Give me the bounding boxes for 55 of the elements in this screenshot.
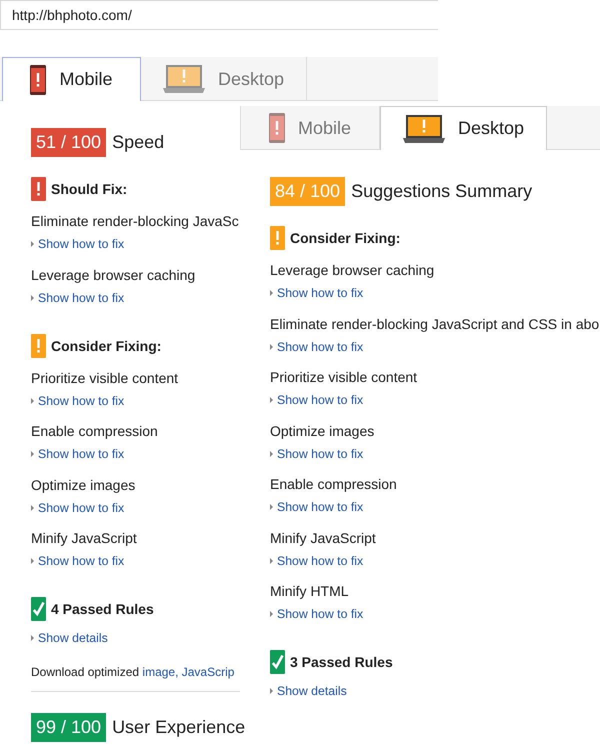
section-heading: Should Fix: [51, 181, 128, 197]
expand-link[interactable]: Show how to fix [31, 446, 124, 462]
score-title: Suggestions Summary [351, 180, 532, 203]
download-note: Download optimized image, JavaScrip [31, 664, 236, 681]
expand-link[interactable]: Show how to fix [270, 285, 364, 301]
section-heading: 3 Passed Rules [290, 654, 393, 670]
score-title: User Experience [112, 716, 246, 739]
rule-title: Eliminate render-blocking JavaSc [31, 212, 240, 230]
expand-link[interactable]: Show details [270, 683, 347, 699]
section-heading: Consider Fixing: [290, 230, 400, 246]
expand-link[interactable]: Show how to fix [31, 392, 124, 408]
rule-title: Minify JavaScript [31, 529, 138, 547]
tab[interactable]: Mobile [241, 106, 380, 150]
rule-title: Leverage browser caching [270, 261, 436, 279]
expand-link[interactable]: Show details [31, 630, 108, 646]
expand-link[interactable]: Show how to fix [270, 338, 364, 354]
expand-link[interactable]: Show how to fix [270, 552, 364, 568]
section-heading: 4 Passed Rules [51, 601, 154, 617]
score-title: Speed [112, 131, 164, 154]
expand-link[interactable]: Show how to fix [270, 446, 364, 462]
expand-link[interactable]: Show how to fix [270, 392, 364, 408]
rule-title: Enable compression [31, 422, 159, 440]
rule-title: Prioritize visible content [270, 368, 418, 386]
score-badge: 99 / 100 [31, 713, 106, 742]
expand-link[interactable]: Show how to fix [270, 606, 364, 622]
url-field[interactable]: http://bhphoto.com/ [0, 0, 438, 30]
download-link[interactable]: image, JavaScrip [142, 665, 234, 679]
rule-title: Leverage browser caching [31, 266, 196, 284]
rule-title: Minify HTML [270, 582, 350, 600]
expand-link[interactable]: Show how to fix [31, 500, 124, 516]
laptop-icon [403, 114, 445, 142]
laptop-icon [163, 65, 205, 93]
tab[interactable]: Desktop [141, 57, 308, 101]
rule-title: Optimize images [31, 476, 136, 494]
check-icon [31, 597, 46, 621]
exclamation-icon [270, 226, 285, 250]
phone-icon [268, 113, 285, 143]
section-heading: Consider Fixing: [51, 338, 162, 354]
rule-title: Minify JavaScript [270, 528, 377, 546]
expand-link[interactable]: Show how to fix [31, 553, 124, 569]
rule-title: Optimize images [270, 422, 376, 440]
expand-link[interactable]: Show how to fix [31, 290, 124, 306]
rule-title: Enable compression [270, 475, 398, 493]
rule-title: Prioritize visible content [31, 368, 180, 386]
exclamation-icon [31, 334, 46, 358]
exclamation-icon [31, 177, 46, 201]
phone-icon [30, 64, 46, 94]
tab[interactable]: Mobile [2, 57, 141, 101]
rule-title: Eliminate render-blocking JavaScript and CSS in abo [270, 314, 600, 332]
expand-link[interactable]: Show how to fix [270, 499, 364, 515]
tab[interactable]: Desktop [380, 106, 548, 150]
expand-link[interactable]: Show how to fix [31, 236, 124, 252]
check-icon [270, 650, 285, 674]
score-badge: 84 / 100 [270, 177, 346, 206]
score-badge: 51 / 100 [31, 128, 106, 157]
